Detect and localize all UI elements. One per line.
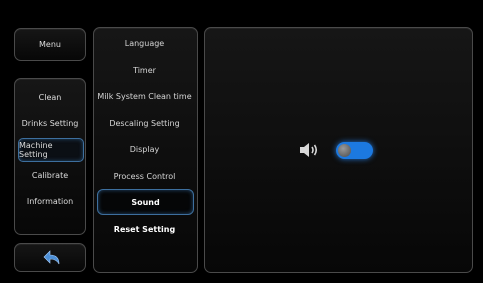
back-arrow-icon (43, 250, 60, 265)
sound-settings-panel (204, 27, 473, 273)
settings-item-descaling-setting[interactable]: Descaling Setting (97, 113, 192, 133)
sound-toggle-switch[interactable] (336, 142, 373, 159)
settings-item-language[interactable]: Language (97, 33, 192, 53)
toggle-knob (338, 144, 351, 157)
speaker-icon (300, 143, 318, 157)
left-menu-item-calibrate[interactable]: Calibrate (18, 164, 82, 186)
left-menu-panel: Clean Drinks Setting Machine Setting Cal… (14, 78, 86, 235)
settings-item-display[interactable]: Display (97, 139, 192, 159)
left-menu-item-machine-setting[interactable]: Machine Setting (18, 138, 84, 162)
settings-item-sound[interactable]: Sound (97, 189, 194, 215)
back-button[interactable] (14, 243, 86, 272)
left-menu-item-clean[interactable]: Clean (18, 86, 82, 108)
menu-button-label: Menu (39, 40, 61, 49)
settings-menu-panel: Language Timer Milk System Clean time De… (93, 27, 198, 273)
left-menu-item-drinks-setting[interactable]: Drinks Setting (18, 112, 82, 134)
settings-item-milk-system-clean-time[interactable]: Milk System Clean time (97, 86, 192, 106)
settings-item-reset-setting[interactable]: Reset Setting (97, 219, 192, 239)
menu-button[interactable]: Menu (14, 28, 86, 61)
settings-item-timer[interactable]: Timer (97, 60, 192, 80)
settings-item-process-control[interactable]: Process Control (97, 166, 192, 186)
left-menu-item-information[interactable]: Information (18, 190, 82, 212)
